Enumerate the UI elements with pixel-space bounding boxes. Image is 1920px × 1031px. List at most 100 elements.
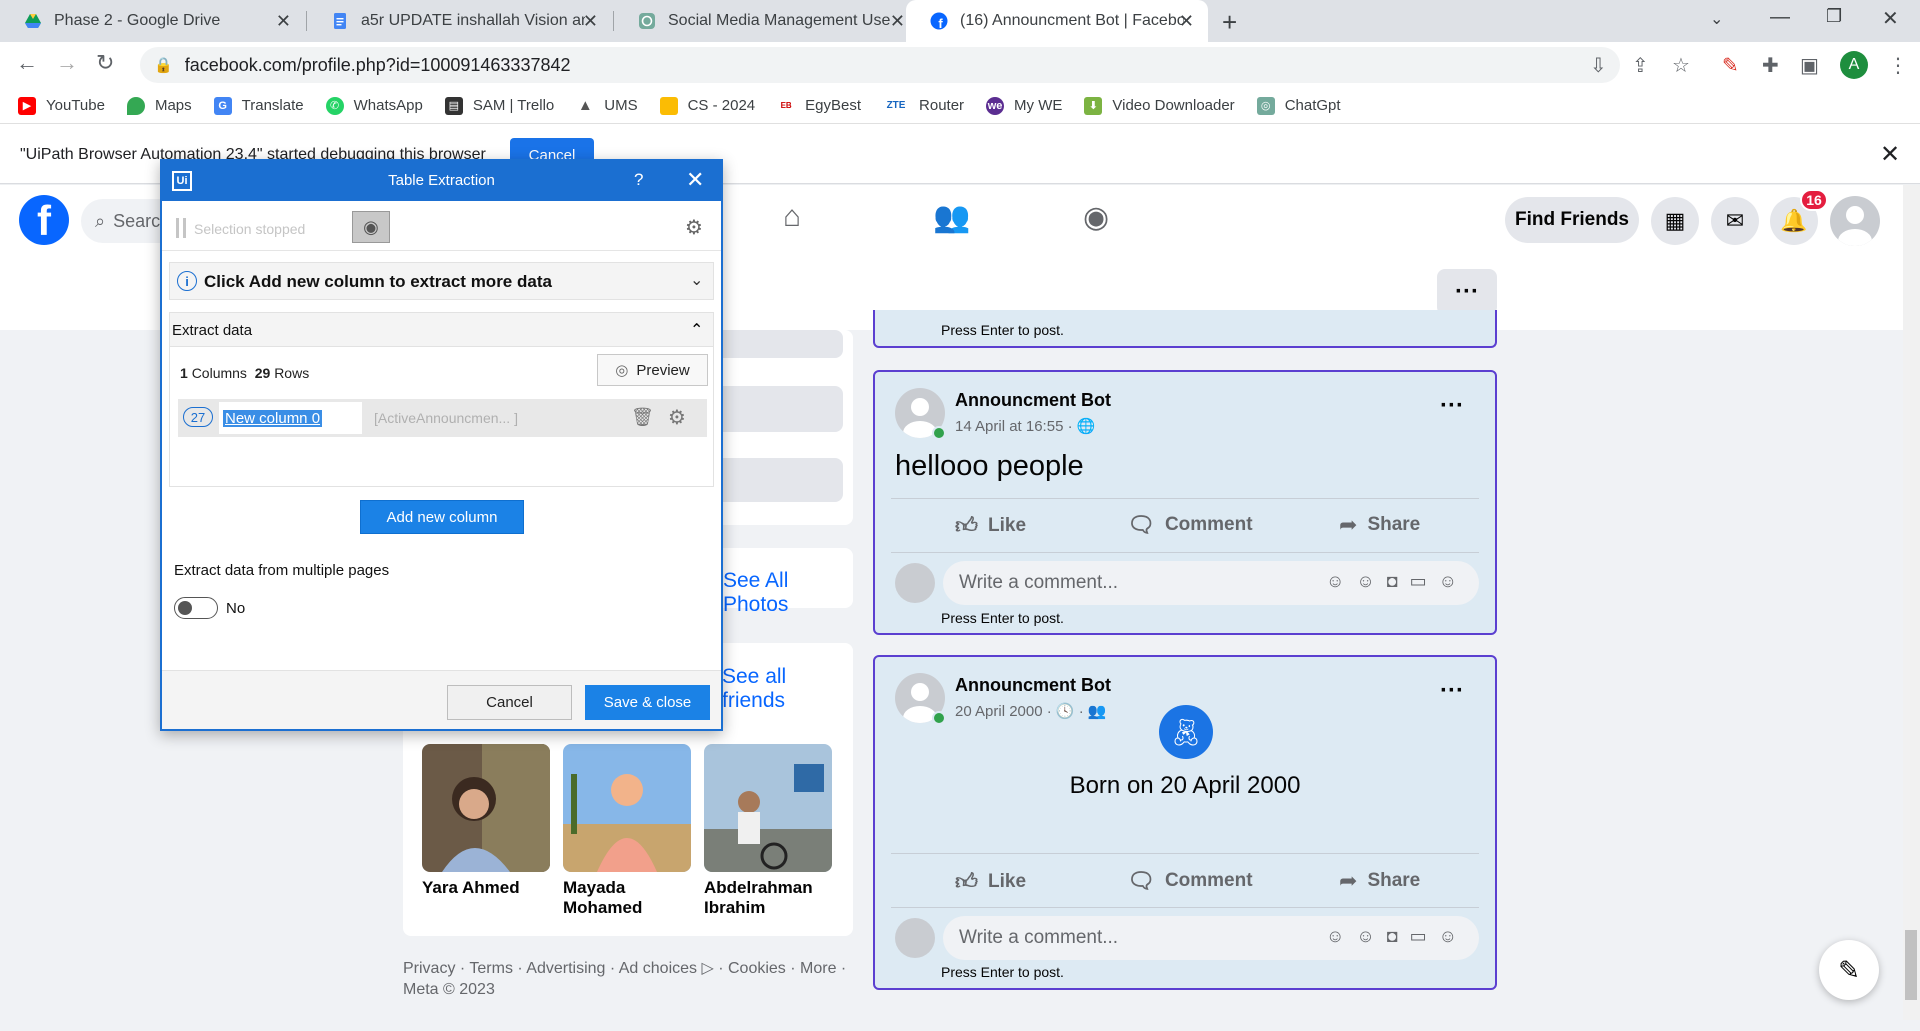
bookmark-my-we[interactable]: we My WE <box>986 96 1062 115</box>
friend-name[interactable]: Mayada Mohamed <box>563 878 693 918</box>
post-fragment: Press Enter to post. <box>873 310 1497 348</box>
add-new-column-button[interactable]: Add new column <box>360 500 524 534</box>
extract-data-header[interactable]: Extract data ⌃ <box>170 313 713 347</box>
bookmark-chatgpt[interactable]: ◎ ChatGpt <box>1256 96 1341 115</box>
find-friends-button[interactable]: Find Friends <box>1505 197 1639 243</box>
minimize-icon[interactable]: — <box>1770 6 1790 29</box>
comment-button[interactable]: 🗨︎ Comment <box>1127 868 1253 894</box>
eye-toggle-icon[interactable]: ◉ <box>352 211 390 243</box>
close-tab-icon[interactable]: ✕ <box>890 11 905 32</box>
friend-name[interactable]: Yara Ahmed <box>422 878 552 898</box>
post-timestamp[interactable]: 14 April at 16:55 · 🌐 <box>955 417 1095 435</box>
pen-extension-icon[interactable]: ✎ <box>1722 53 1739 78</box>
multiple-pages-toggle[interactable] <box>174 597 218 619</box>
dialog-close-icon[interactable]: ✕ <box>686 167 704 193</box>
share-icon[interactable]: ⇪ <box>1632 53 1649 78</box>
groups-icon[interactable]: ◉ <box>1083 200 1109 235</box>
settings-gear-icon[interactable]: ⚙ <box>685 215 703 240</box>
post-timestamp[interactable]: 20 April 2000 · 🕓 · 👥 <box>955 702 1107 720</box>
save-close-button[interactable]: Save & close <box>585 685 710 720</box>
reload-icon[interactable]: ↻ <box>96 50 114 76</box>
new-tab-icon[interactable]: + <box>1222 7 1237 38</box>
like-button[interactable]: 👍︎ Like <box>955 512 1026 539</box>
cancel-button[interactable]: Cancel <box>447 685 572 720</box>
like-button[interactable]: 👍︎ Like <box>955 868 1026 895</box>
messenger-icon[interactable]: ✉ <box>1711 197 1759 245</box>
see-all-friends-link[interactable]: See all friends <box>722 665 853 713</box>
tab-search-chevron-icon[interactable]: ⌄ <box>1710 9 1723 29</box>
friend-photo[interactable] <box>422 744 550 872</box>
bookmark-router[interactable]: ZTE Router <box>883 96 964 115</box>
trash-icon[interactable]: 🗑︎ <box>631 407 654 428</box>
menu-grid-icon[interactable]: ▦ <box>1651 197 1699 245</box>
share-button[interactable]: ➦ Share <box>1339 868 1420 894</box>
bookmark-cs-2024[interactable]: CS - 2024 <box>659 96 755 115</box>
post-options-icon[interactable]: ··· <box>1440 677 1464 705</box>
bookmark-youtube[interactable]: ▶ YouTube <box>18 96 105 115</box>
columns-count: 1 <box>180 365 188 381</box>
bookmark-translate[interactable]: G Translate <box>213 96 304 115</box>
chevron-down-icon[interactable]: ⌄ <box>690 270 703 290</box>
we-icon: we <box>986 96 1005 115</box>
hint-text: Click Add new column to extract more dat… <box>204 272 552 291</box>
address-bar[interactable]: 🔒 facebook.com/profile.php?id=1000914633… <box>140 47 1620 83</box>
back-icon[interactable]: ← <box>16 50 38 76</box>
profile-more-button[interactable]: ··· <box>1437 269 1497 315</box>
commenter-avatar[interactable] <box>895 918 935 958</box>
friend-photo[interactable] <box>704 744 832 872</box>
tab-facebook-active[interactable]: f (16) Announcment Bot | Faceboo ✕ <box>906 0 1208 42</box>
facebook-logo-icon[interactable]: f <box>19 195 69 245</box>
scrollbar-thumb[interactable] <box>1905 930 1917 1000</box>
share-button[interactable]: ➦ Share <box>1339 512 1420 538</box>
friend-photo[interactable] <box>563 744 691 872</box>
hint-panel[interactable]: i Click Add new column to extract more d… <box>169 262 714 300</box>
browser-profile-avatar[interactable]: A <box>1840 51 1868 79</box>
bookmark-egybest[interactable]: EB EgyBest <box>777 96 861 115</box>
close-tab-icon[interactable]: ✕ <box>1179 11 1194 32</box>
comment-tools-icons[interactable]: ☺☺◘▭☺ <box>1326 571 1469 592</box>
post-author[interactable]: Announcment Bot <box>955 390 1111 411</box>
commenter-avatar[interactable] <box>895 563 935 603</box>
footer-links-line[interactable]: Privacy · Terms · Advertising · Ad choic… <box>403 958 863 979</box>
forward-icon[interactable]: → <box>56 50 78 76</box>
see-all-photos-link[interactable]: See All Photos <box>723 569 853 617</box>
bookmark-video-downloader[interactable]: ⬇ Video Downloader <box>1084 96 1235 115</box>
pause-icon[interactable] <box>176 218 186 238</box>
columns-rows-count: 1 Columns 29 Rows <box>180 365 309 381</box>
page-scrollbar[interactable] <box>1903 185 1920 1020</box>
new-message-compose-icon[interactable]: ✎ <box>1819 940 1879 1000</box>
side-panel-icon[interactable]: ▣ <box>1800 53 1819 78</box>
friends-icon[interactable]: 👥 <box>933 200 970 235</box>
post-author[interactable]: Announcment Bot <box>955 675 1111 696</box>
bookmark-whatsapp[interactable]: ✆ WhatsApp <box>325 96 423 115</box>
close-tab-icon[interactable]: ✕ <box>583 11 598 32</box>
infobar-close-icon[interactable]: ✕ <box>1880 140 1900 169</box>
tab-google-drive[interactable]: Phase 2 - Google Drive ✕ <box>0 0 305 42</box>
preview-button[interactable]: ◎ Preview <box>597 354 708 386</box>
restore-icon[interactable]: ❐ <box>1826 6 1842 27</box>
chevron-up-icon[interactable]: ⌃ <box>690 320 703 340</box>
column-selector[interactable]: [ActiveAnnouncmen... ] <box>374 410 518 426</box>
bookmark-star-icon[interactable]: ☆ <box>1672 53 1690 78</box>
bookmark-trello[interactable]: ▤ SAM | Trello <box>444 96 554 115</box>
post-options-icon[interactable]: ··· <box>1440 392 1464 420</box>
friend-name[interactable]: Abdelrahman Ibrahim <box>704 878 834 918</box>
column-settings-gear-icon[interactable]: ⚙ <box>668 405 686 430</box>
comment-tools-icons[interactable]: ☺☺◘▭☺ <box>1326 926 1469 947</box>
home-icon[interactable]: ⌂ <box>783 200 801 234</box>
window-close-icon[interactable]: ✕ <box>1882 6 1899 31</box>
post-text: hellooo people <box>895 450 1084 482</box>
bookmark-maps[interactable]: Maps <box>126 96 192 115</box>
tab-chatgpt[interactable]: Social Media Management Use C ✕ <box>614 0 919 42</box>
browser-menu-icon[interactable]: ⋮ <box>1888 53 1908 78</box>
install-app-icon[interactable]: ⇩ <box>1590 53 1607 78</box>
bookmark-ums[interactable]: ▲ UMS <box>576 96 638 115</box>
facebook-icon: f <box>930 12 948 30</box>
account-avatar[interactable] <box>1830 196 1880 246</box>
help-icon[interactable]: ? <box>634 170 643 190</box>
tab-google-doc[interactable]: a5r UPDATE inshallah Vision and ✕ <box>307 0 612 42</box>
comment-button[interactable]: 🗨︎ Comment <box>1127 512 1253 538</box>
close-tab-icon[interactable]: ✕ <box>276 11 291 32</box>
column-name-input[interactable]: New column 0 <box>219 402 362 434</box>
extensions-puzzle-icon[interactable]: ✚ <box>1762 53 1779 78</box>
